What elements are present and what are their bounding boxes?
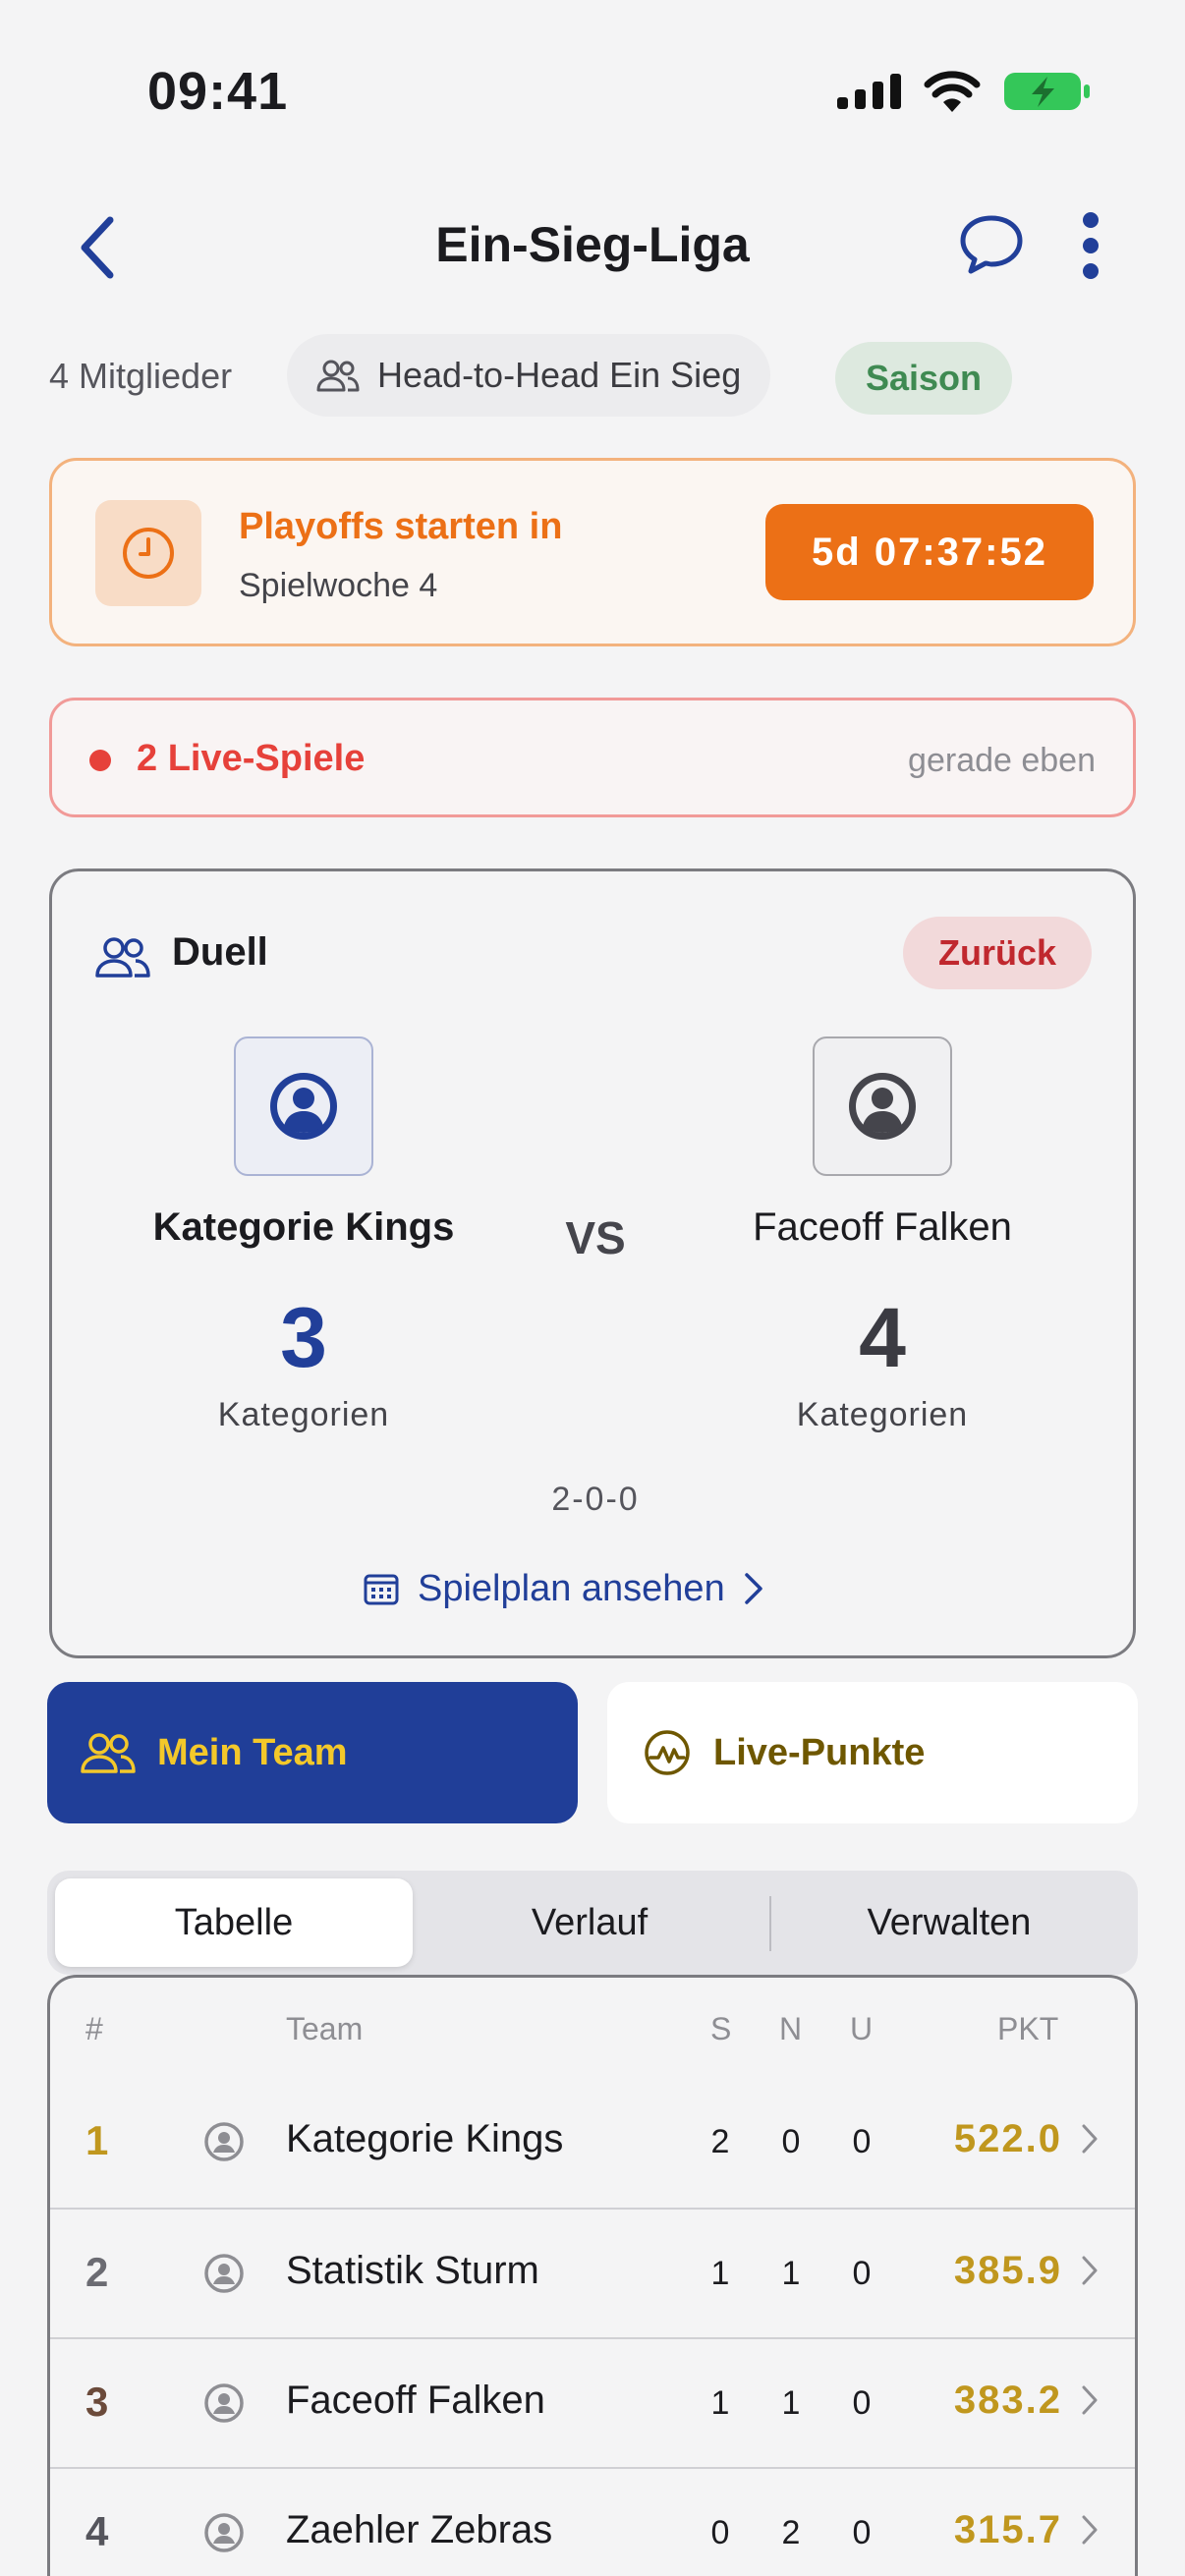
away-score-label: Kategorien xyxy=(796,1396,969,1433)
live-updated-time: gerade eben xyxy=(908,742,1096,779)
standings-table: # Team S N U PKT 1 Kategorie Kings 2 0 0… xyxy=(47,1975,1138,2576)
users-icon xyxy=(95,936,150,982)
person-circle-icon xyxy=(203,2382,245,2429)
chevron-right-icon xyxy=(1080,2514,1100,2550)
live-points-label: Live-Punkte xyxy=(713,1731,926,1773)
playoff-countdown-card: Playoffs starten in Spielwoche 4 5d 07:3… xyxy=(49,458,1136,646)
calendar-icon xyxy=(364,1574,399,1605)
away-team-name[interactable]: Faceoff Falken xyxy=(656,1205,1108,1250)
more-vertical-icon xyxy=(1083,212,1099,279)
tab-history[interactable]: Verlauf xyxy=(424,1878,755,1967)
league-format-label: Head-to-Head Ein Sieg xyxy=(377,355,742,395)
more-options-button[interactable] xyxy=(1071,210,1110,281)
row-points: 385.9 xyxy=(953,2249,1062,2292)
live-indicator-dot xyxy=(89,750,111,771)
activity-chart-icon xyxy=(645,1730,690,1775)
table-row[interactable]: 2 Statistik Sturm 1 1 0 385.9 xyxy=(50,2208,1135,2337)
col-header-ties: U xyxy=(850,2011,874,2046)
row-points: 383.2 xyxy=(953,2379,1062,2422)
col-header-team: Team xyxy=(286,2011,364,2046)
person-circle-icon xyxy=(203,2512,245,2558)
row-losses: 1 xyxy=(781,2384,801,2422)
col-header-points: PKT xyxy=(997,2011,1059,2046)
away-team-score: 4 xyxy=(859,1291,906,1385)
chevron-right-icon xyxy=(744,1573,762,1604)
row-wins: 1 xyxy=(710,2384,730,2422)
table-row[interactable]: 4 Zaehler Zebras 0 2 0 315.7 xyxy=(50,2467,1135,2576)
status-icons xyxy=(837,71,1091,112)
row-losses: 0 xyxy=(781,2123,801,2160)
row-rank: 2 xyxy=(85,2249,109,2295)
row-team-name: Statistik Sturm xyxy=(286,2249,539,2292)
live-games-banner[interactable]: 2 Live-Spiele gerade eben xyxy=(49,698,1136,817)
chevron-right-icon xyxy=(1080,2384,1100,2421)
row-ties: 0 xyxy=(852,2123,872,2160)
row-rank: 4 xyxy=(85,2508,109,2554)
matchup-record: 2-0-0 xyxy=(551,1481,640,1518)
live-points-button[interactable]: Live-Punkte xyxy=(607,1682,1138,1823)
row-team-name: Kategorie Kings xyxy=(286,2117,564,2160)
person-circle-icon xyxy=(203,2121,245,2167)
chevron-right-icon xyxy=(1080,2123,1100,2159)
row-rank: 1 xyxy=(85,2117,109,2163)
tab-standings[interactable]: Tabelle xyxy=(55,1878,413,1967)
person-circle-icon xyxy=(849,1073,916,1140)
members-count: 4 Mitglieder xyxy=(49,356,233,396)
status-time: 09:41 xyxy=(147,62,289,121)
tab-manage[interactable]: Verwalten xyxy=(768,1878,1130,1967)
table-row[interactable]: 1 Kategorie Kings 2 0 0 522.0 xyxy=(50,2078,1135,2208)
previous-week-button[interactable]: Zurück xyxy=(903,917,1092,989)
row-wins: 2 xyxy=(710,2123,730,2160)
col-header-wins: S xyxy=(710,2011,732,2046)
playoff-subtitle: Spielwoche 4 xyxy=(239,567,438,604)
table-row[interactable]: 3 Faceoff Falken 1 1 0 383.2 xyxy=(50,2337,1135,2467)
view-schedule-link[interactable]: Spielplan ansehen xyxy=(363,1559,764,1618)
wifi-icon xyxy=(924,71,981,112)
row-losses: 2 xyxy=(781,2514,801,2551)
section-tabs: Tabelle Verlauf Verwalten xyxy=(47,1871,1138,1975)
away-team-avatar[interactable] xyxy=(813,1036,952,1176)
chat-bubble-icon xyxy=(960,215,1023,274)
person-circle-icon xyxy=(203,2253,245,2299)
my-team-button[interactable]: Mein Team xyxy=(47,1682,578,1823)
row-ties: 0 xyxy=(852,2514,872,2551)
matchup-title: Duell xyxy=(172,930,268,974)
row-rank: 3 xyxy=(85,2379,109,2425)
row-points: 315.7 xyxy=(953,2508,1062,2551)
countdown-timer: 5d 07:37:52 xyxy=(765,504,1094,600)
chat-button[interactable] xyxy=(957,210,1026,279)
league-format-chip: Head-to-Head Ein Sieg xyxy=(287,334,771,417)
users-icon xyxy=(316,360,360,392)
clock-icon xyxy=(123,528,174,579)
home-team-avatar[interactable] xyxy=(234,1036,373,1176)
row-losses: 1 xyxy=(781,2255,801,2292)
home-team-score: 3 xyxy=(280,1291,327,1385)
matchup-card: Duell Zurück Kategorie Kings VS Faceoff … xyxy=(49,868,1136,1658)
row-wins: 0 xyxy=(710,2514,730,2551)
row-ties: 0 xyxy=(852,2255,872,2292)
row-team-name: Faceoff Falken xyxy=(286,2379,545,2422)
row-ties: 0 xyxy=(852,2384,872,2422)
chevron-right-icon xyxy=(1080,2255,1100,2291)
users-icon xyxy=(81,1733,136,1773)
home-score-label: Kategorien xyxy=(217,1396,390,1433)
clock-icon-box xyxy=(95,500,201,606)
col-header-losses: N xyxy=(779,2011,803,2046)
row-team-name: Zaehler Zebras xyxy=(286,2508,553,2551)
playoff-title: Playoffs starten in xyxy=(239,506,563,547)
season-chip[interactable]: Saison xyxy=(835,342,1012,415)
live-games-label: 2 Live-Spiele xyxy=(137,738,366,779)
view-schedule-label: Spielplan ansehen xyxy=(418,1567,725,1609)
person-circle-icon xyxy=(270,1073,337,1140)
col-header-rank: # xyxy=(85,2011,103,2046)
row-points: 522.0 xyxy=(953,2117,1062,2160)
my-team-label: Mein Team xyxy=(157,1731,348,1773)
signal-icon xyxy=(837,74,901,109)
battery-charging-icon xyxy=(1004,73,1090,110)
row-wins: 1 xyxy=(710,2255,730,2292)
